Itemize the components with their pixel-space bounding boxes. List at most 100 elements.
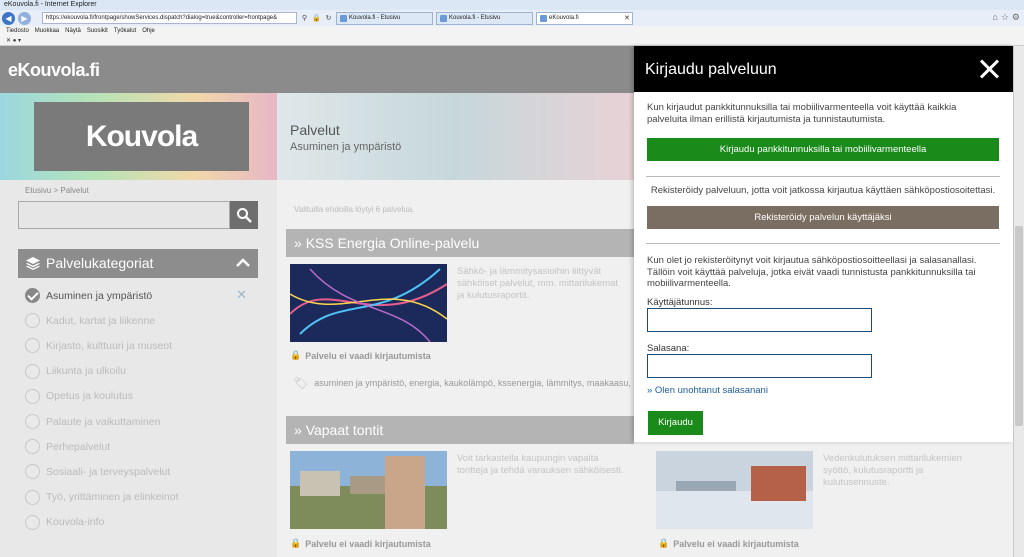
home-icon[interactable]: ⌂ — [992, 12, 997, 23]
category-item[interactable]: Sosiaali- ja terveyspalvelut — [25, 459, 255, 484]
search-input[interactable] — [18, 201, 230, 229]
menu-item-view[interactable]: Näytä — [65, 26, 81, 36]
browser-menu-bar: Tiedosto Muokkaa Näytä Suosikit Työkalut… — [0, 26, 1024, 36]
category-label: Työ, yrittäminen ja elinkeinot — [46, 491, 179, 504]
category-item[interactable]: Kadut, kartat ja liikenne — [25, 308, 255, 333]
divider — [646, 243, 1000, 244]
category-label: Palaute ja vaikuttaminen — [46, 415, 161, 428]
close-icon[interactable] — [978, 58, 1000, 80]
login-dialog: Kirjaudu palveluun Kun kirjaudut pankkit… — [634, 46, 1013, 442]
browser-tab-1[interactable]: Kouvola.fi - Etusivu — [336, 11, 433, 25]
category-label: Perhepalvelut — [46, 440, 111, 453]
register-button[interactable]: Rekisteröidy palvelun käyttäjäksi — [647, 206, 999, 229]
username-field[interactable] — [647, 308, 872, 332]
card-title-text: Vapaat tontit — [305, 422, 384, 438]
category-item[interactable]: Palaute ja vaikuttaminen — [25, 409, 255, 434]
forward-icon[interactable]: ▶ — [18, 11, 31, 25]
remove-filter-icon[interactable]: ✕ — [236, 287, 247, 303]
divider — [646, 176, 1000, 177]
search-button[interactable] — [230, 201, 258, 229]
category-item[interactable]: Liikunta ja ulkoilu — [25, 359, 255, 384]
address-bar[interactable]: https://ekouvola.fi/frontpage/showServic… — [42, 12, 297, 24]
category-label: Kirjasto, kulttuuri ja museot — [46, 339, 173, 352]
refresh-icon[interactable]: ↻ — [324, 14, 333, 22]
card-title-text: KSS Energia Online-palvelu — [305, 235, 480, 251]
gear-icon[interactable]: ⚙ — [1012, 12, 1020, 23]
login-dialog-header: Kirjaudu palveluun — [634, 46, 1013, 92]
password-label: Salasana: — [647, 343, 690, 354]
search-dropdown-icon[interactable]: ⚲ — [300, 14, 309, 22]
login-requirement: 🔒 Palvelu ei vaadi kirjautumista — [290, 350, 431, 361]
category-item[interactable]: Kirjasto, kulttuuri ja museot — [25, 333, 255, 358]
lock-icon[interactable]: 🔒 — [312, 14, 321, 22]
menu-item-edit[interactable]: Muokkaa — [35, 26, 59, 36]
login-requirement-text: Palvelu ei vaadi kirjautumista — [305, 538, 431, 549]
category-list: Asuminen ja ympäristö ✕ Kadut, kartat ja… — [25, 283, 255, 535]
back-icon[interactable]: ◀ — [2, 11, 15, 25]
page-title: Palvelut — [290, 122, 340, 138]
kouvola-logo[interactable]: Kouvola — [34, 102, 249, 171]
categories-header[interactable]: Palvelukategoriat — [18, 249, 258, 278]
bank-login-button[interactable]: Kirjaudu pankkitunnuksilla tai mobiiliva… — [647, 138, 999, 161]
light-trails-image[interactable] — [290, 264, 447, 342]
chevron-up-icon — [236, 258, 250, 267]
service-card-title[interactable]: » KSS Energia Online-palvelu — [286, 229, 634, 257]
water-plant-image[interactable] — [656, 451, 813, 529]
register-text: Rekisteröidy palveluun, jotta voit jatko… — [650, 185, 996, 196]
site-logo[interactable]: eKouvola.fi — [8, 60, 100, 81]
category-item[interactable]: Opetus ja koulutus — [25, 384, 255, 409]
login-requirement: 🔒 Palvelu ei vaadi kirjautumista — [290, 538, 431, 549]
category-item[interactable]: Työ, yrittäminen ja elinkeinot — [25, 485, 255, 510]
browser-tab-3[interactable]: eKouvola.fi ✕ — [536, 11, 633, 25]
radio-icon — [25, 388, 40, 404]
lock-icon: 🔒 — [290, 538, 302, 548]
radio-icon — [25, 363, 40, 379]
breadcrumb[interactable]: Etusivu > Palvelut — [25, 186, 89, 195]
categories-title: Palvelukategoriat — [46, 255, 154, 271]
favorites-icon[interactable]: ✕ ● ▾ — [6, 38, 21, 44]
radio-icon — [25, 338, 40, 354]
browser-tab-label: eKouvola.fi — [549, 14, 579, 21]
browser-tab-label: Kouvola.fi - Etusivu — [449, 14, 501, 21]
radio-icon — [25, 514, 40, 530]
login-requirement-text: Palvelu ei vaadi kirjautumista — [305, 350, 431, 361]
menu-item-file[interactable]: Tiedosto — [6, 26, 29, 36]
login-requirement-text: Palvelu ei vaadi kirjautumista — [673, 538, 799, 549]
radio-icon — [25, 414, 40, 430]
building-site-image[interactable] — [290, 451, 447, 529]
card-description: Sähkö- ja lämmitysasioihin liittyvät säh… — [457, 266, 619, 301]
tags-text[interactable]: asuminen ja ympäristö, energia, kaukoläm… — [314, 378, 631, 388]
tag-icon: 🏷 — [293, 376, 309, 390]
radio-icon — [25, 489, 40, 505]
favorites-star-icon[interactable]: ☆ — [1001, 12, 1009, 23]
category-label: Asuminen ja ympäristö — [46, 289, 153, 302]
menu-item-tools[interactable]: Työkalut — [114, 26, 136, 36]
card-description: Voit tarkastella kaupungin vapaita tontt… — [457, 453, 624, 476]
tag-line: 🏷 asuminen ja ympäristö, energia, kaukolä… — [293, 376, 631, 390]
forgot-password-link[interactable]: » Olen unohtanut salasanani — [647, 385, 768, 396]
scroll-thumb[interactable] — [1015, 226, 1023, 426]
category-item[interactable]: Kouvola-info — [25, 510, 255, 535]
browser-nav-bar: ◀ ▶ https://ekouvola.fi/frontpage/showSe… — [0, 10, 1024, 26]
login-button[interactable]: Kirjaudu — [648, 411, 703, 435]
browser-tab-2[interactable]: Kouvola.fi - Etusivu — [436, 11, 533, 25]
search-icon — [237, 208, 252, 223]
radio-icon — [25, 439, 40, 455]
category-label: Opetus ja koulutus — [46, 390, 133, 403]
menu-item-help[interactable]: Ohje — [142, 26, 155, 36]
lock-icon: 🔒 — [290, 350, 302, 360]
category-item[interactable]: Asuminen ja ympäristö ✕ — [25, 283, 255, 308]
layers-icon — [26, 257, 40, 270]
browser-title-bar: eKouvola.fi - Internet Explorer — [0, 0, 1024, 10]
category-item[interactable]: Perhepalvelut — [25, 434, 255, 459]
password-field[interactable] — [647, 354, 872, 378]
page-scrollbar[interactable] — [1013, 46, 1024, 557]
username-label: Käyttäjätunnus: — [647, 297, 713, 308]
category-label: Kouvola-info — [46, 516, 105, 529]
radio-icon — [25, 313, 40, 329]
card-description: Vedenkulutuksen mittarilukemien syöttö, … — [823, 453, 962, 488]
menu-item-favorites[interactable]: Suosikit — [87, 26, 108, 36]
service-card-title[interactable]: » Vapaat tontit — [286, 416, 634, 444]
lock-icon: 🔒 — [658, 538, 670, 548]
close-tab-icon[interactable]: ✕ — [624, 13, 630, 24]
